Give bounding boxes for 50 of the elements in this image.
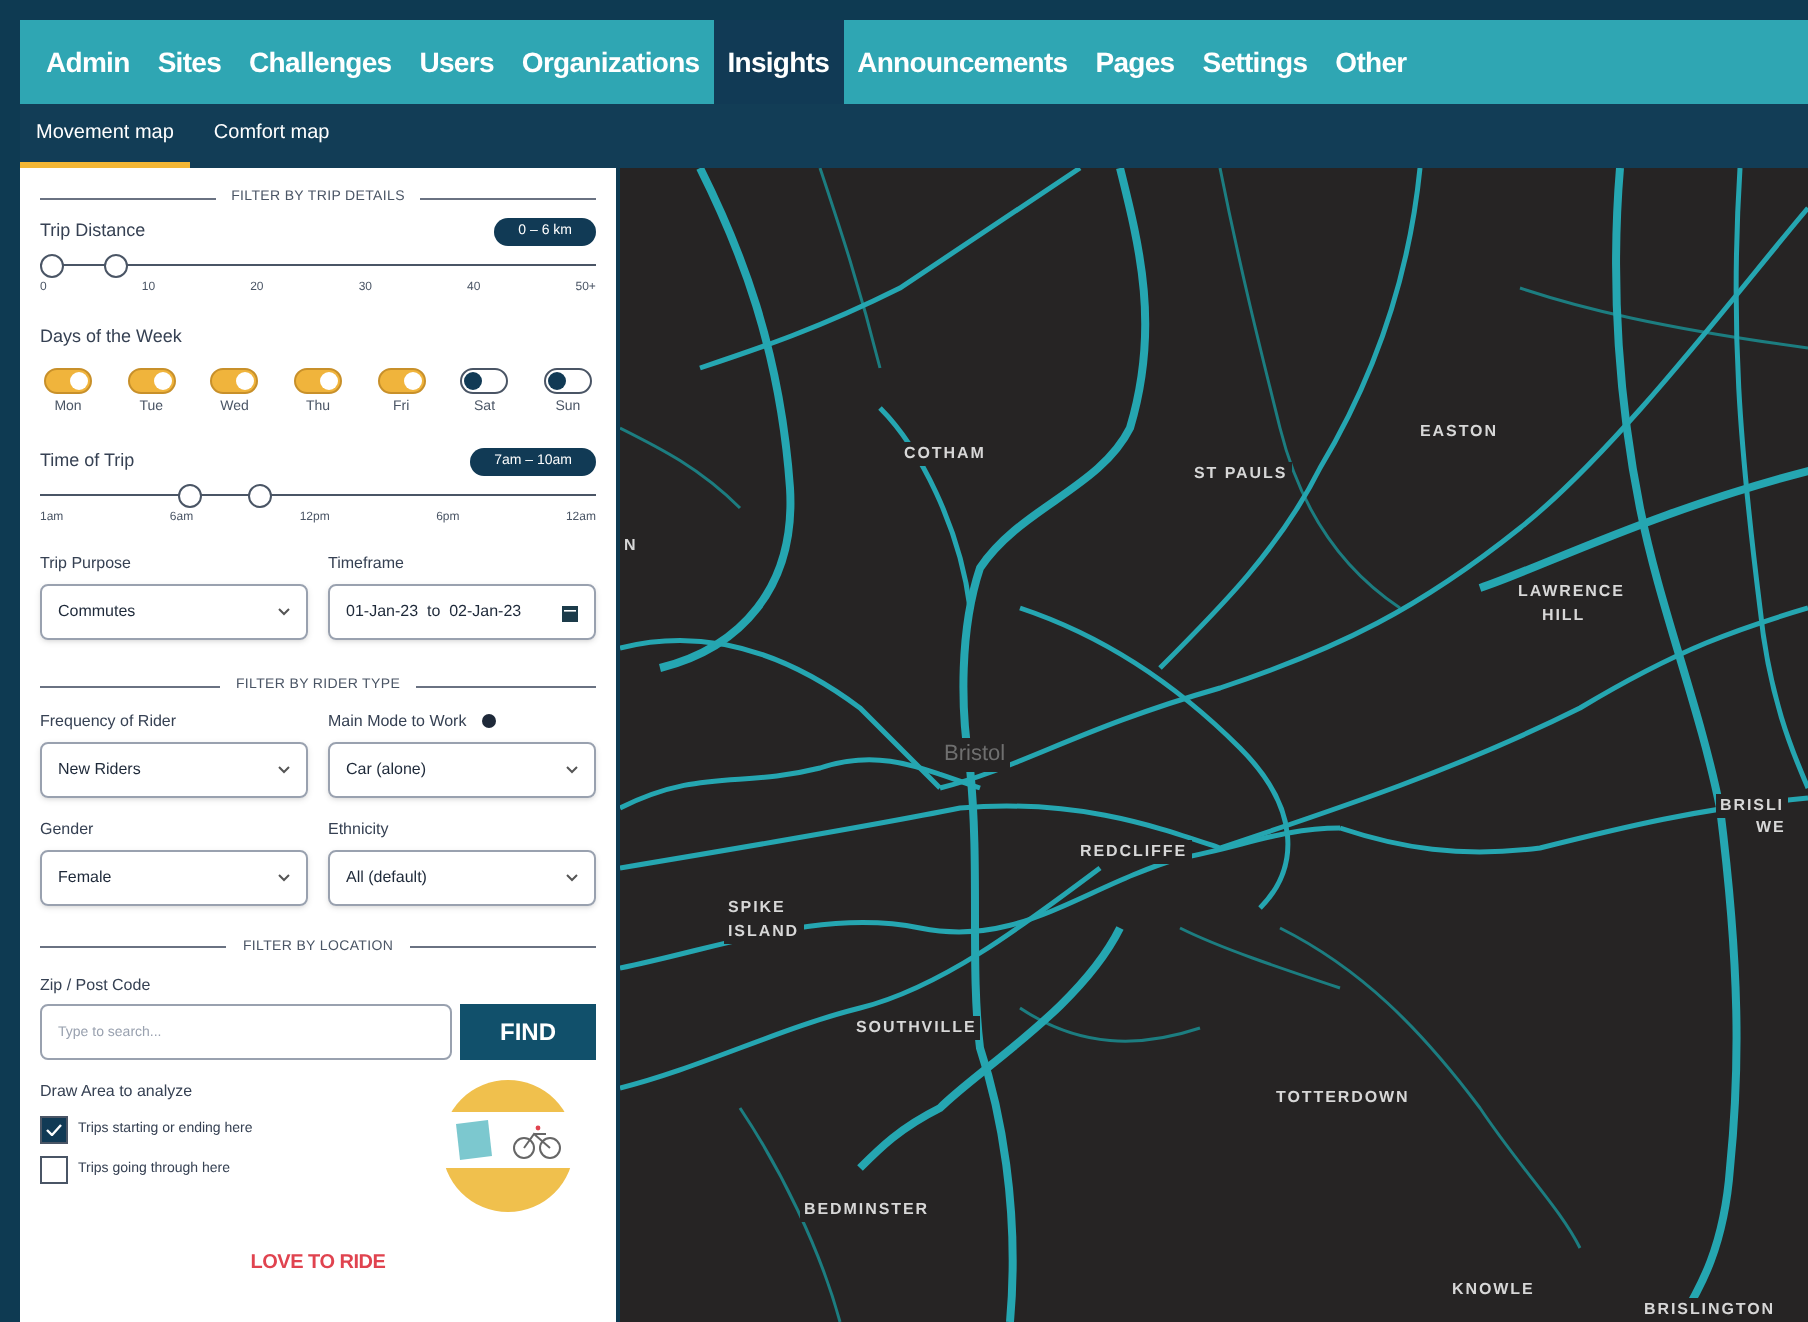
chevron-down-icon — [278, 608, 290, 616]
range-slider[interactable] — [40, 484, 596, 508]
dropdown[interactable]: New Riders — [40, 741, 308, 797]
nav-tab[interactable]: Insights — [713, 20, 844, 104]
day-toggle[interactable] — [210, 368, 259, 394]
day-toggle[interactable] — [460, 368, 509, 394]
dropdown[interactable]: Female — [40, 849, 308, 905]
checkmark-icon — [46, 1124, 62, 1136]
map-place-label: ISLAND — [724, 920, 804, 944]
field-label: Time of Trip — [40, 448, 135, 474]
slider-thumb[interactable] — [103, 254, 128, 278]
field-label: Frequency of Rider — [40, 709, 177, 733]
field-label: Main Mode to Work — [328, 709, 467, 733]
day-toggle[interactable] — [127, 368, 176, 394]
chevron-down-icon — [278, 873, 290, 881]
logo: LOVE TO RIDE — [250, 1250, 386, 1278]
sub-tab[interactable]: Comfort map — [197, 104, 346, 168]
range-slider[interactable] — [40, 254, 596, 278]
slider-thumb[interactable] — [178, 484, 203, 508]
field-label: Days of the Week — [40, 326, 182, 346]
map-place-label: SOUTHVILLE — [852, 1016, 981, 1040]
calendar-icon — [562, 603, 578, 621]
field-label: Timeframe — [328, 552, 404, 576]
checkbox[interactable] — [40, 1116, 68, 1144]
day-toggle[interactable] — [293, 368, 342, 394]
field-label: Draw Area to analyze — [40, 1080, 195, 1104]
find-button[interactable]: FIND — [460, 1004, 596, 1060]
field-label: Gender — [40, 817, 94, 841]
dropdown[interactable]: All (default) — [328, 849, 596, 905]
map-place-label: BEDMINSTER — [800, 1198, 933, 1222]
date-range-field[interactable]: 01-Jan-23 to 02-Jan-23 — [328, 584, 596, 640]
chevron-down-icon — [566, 765, 578, 773]
dropdown[interactable]: Car (alone) — [328, 741, 596, 797]
field-label: Trip Distance — [40, 218, 146, 244]
day-toggle[interactable] — [377, 368, 426, 394]
field-label: Zip / Post Code — [40, 974, 153, 998]
map-place-label: Bristol — [940, 738, 1010, 771]
checkbox[interactable] — [40, 1156, 68, 1184]
day-toggle[interactable] — [543, 368, 592, 394]
dropdown[interactable]: Commutes — [40, 584, 308, 640]
day-toggle[interactable] — [44, 368, 92, 394]
slider-thumb[interactable] — [40, 254, 64, 278]
chevron-down-icon — [278, 765, 290, 773]
map-canvas[interactable]: COTHAM ST PAULS EASTON LAWRENCE HILL Bristol REDCLIFFE SPIKE ISLAND BRISLI WE N SOUTHVILLE TOTTERDOWN BEDMINSTER KNOWLE BRISLINGTON — [620, 168, 1808, 1322]
chevron-down-icon — [566, 873, 578, 881]
field-label: Ethnicity — [328, 817, 389, 841]
field-label: Trip Purpose — [40, 552, 131, 576]
map-place-label: BRISLI — [1716, 794, 1788, 818]
slider-thumb[interactable] — [247, 484, 272, 508]
map-place-label: REDCLIFFE — [1076, 840, 1192, 864]
